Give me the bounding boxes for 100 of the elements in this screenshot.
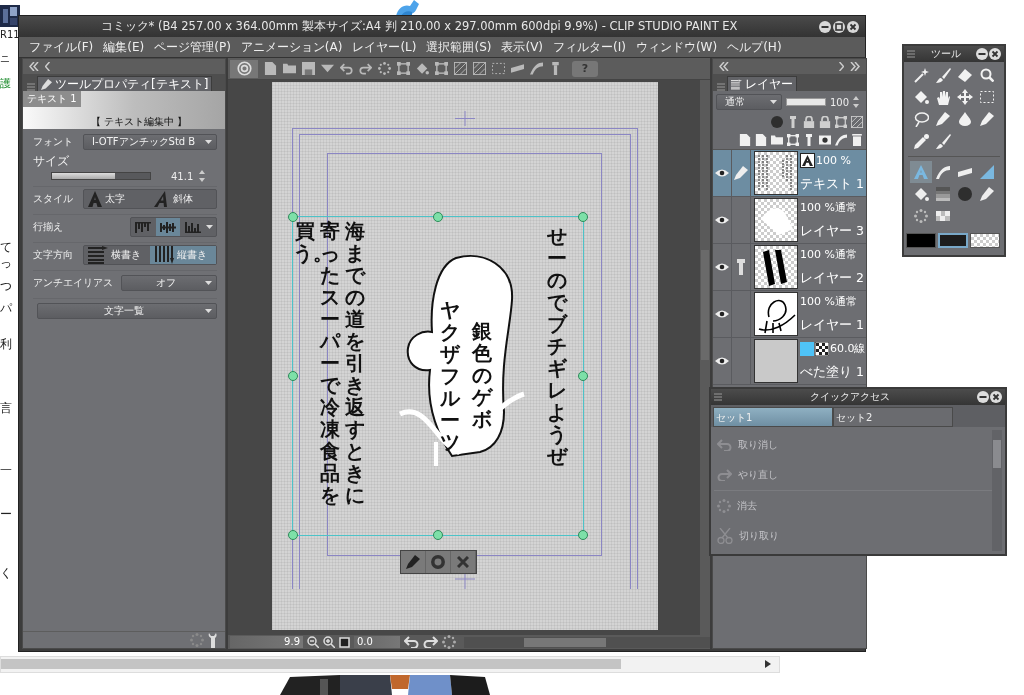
panel-tab[interactable]: レイヤー: [727, 76, 797, 91]
panel-menu-icon[interactable]: [907, 50, 915, 58]
pen-icon[interactable]: [980, 112, 994, 126]
character-list-dropdown[interactable]: 文字一覧: [37, 303, 217, 319]
direction-selector[interactable]: 横書き 縦書き: [83, 245, 217, 265]
dotted-circle-icon[interactable]: [914, 209, 928, 223]
page-icon[interactable]: [264, 62, 277, 75]
dark-circle-icon[interactable]: [771, 116, 783, 128]
page-tab[interactable]: ニ: [0, 52, 10, 66]
set-tab[interactable]: セット2: [833, 407, 953, 427]
hand-icon[interactable]: [936, 89, 950, 105]
ruler-icon[interactable]: [511, 62, 524, 75]
rotation-value[interactable]: 0.0: [354, 636, 400, 648]
save-icon[interactable]: [302, 62, 315, 75]
layer-row[interactable]: 100 %通常 レイヤー 2: [713, 244, 866, 291]
undo-icon[interactable]: [340, 62, 353, 75]
page-link[interactable]: 護: [0, 76, 11, 91]
panel-menu-icon[interactable]: [714, 393, 722, 401]
transform-icon[interactable]: [435, 62, 448, 75]
square-frame-icon[interactable]: [339, 636, 350, 648]
size-slider[interactable]: [51, 172, 151, 180]
curve-icon[interactable]: [530, 62, 543, 75]
menu-item[interactable]: 選択範囲(S): [426, 38, 492, 56]
eye-icon[interactable]: [715, 169, 729, 177]
transform-icon[interactable]: [835, 116, 847, 128]
spin-icon[interactable]: [853, 96, 860, 108]
vertical-scrollbar[interactable]: [700, 80, 710, 635]
sub-color-swatch[interactable]: [938, 233, 968, 248]
minimize-icon[interactable]: [976, 48, 988, 60]
direction-button[interactable]: 横書き: [84, 246, 150, 264]
drop-icon[interactable]: [959, 112, 971, 126]
triangle-ruler-icon[interactable]: [980, 165, 994, 179]
folder-icon[interactable]: [283, 62, 296, 75]
resize-handle[interactable]: [288, 371, 298, 381]
swirl-button[interactable]: [230, 59, 258, 78]
menu-item[interactable]: レイヤー(L): [352, 38, 417, 56]
bucket-icon[interactable]: [913, 90, 929, 104]
scroll-thumb[interactable]: [993, 440, 1001, 468]
resize-handle[interactable]: [288, 212, 298, 222]
menu-item[interactable]: 表示(V): [501, 38, 544, 56]
alignment-selector[interactable]: [130, 217, 217, 237]
zoom-in-icon[interactable]: [323, 636, 335, 648]
lasso-icon[interactable]: [913, 111, 929, 127]
dark-circle-icon[interactable]: [958, 187, 972, 201]
chevron-left-icon[interactable]: [45, 62, 50, 71]
blend-mode-dropdown[interactable]: 通常: [716, 94, 782, 110]
redo-icon[interactable]: [423, 636, 438, 648]
style-button[interactable]: 太字: [84, 190, 150, 208]
zoom-value[interactable]: 9.9: [230, 636, 303, 648]
menu-item[interactable]: ウィンドウ(W): [635, 38, 718, 56]
scroll-thumb[interactable]: [524, 637, 606, 647]
hatch-icon[interactable]: [454, 62, 467, 75]
wand-icon[interactable]: [913, 67, 929, 83]
transform-icon[interactable]: [397, 62, 410, 75]
redo-icon[interactable]: [359, 62, 372, 75]
spin-icon[interactable]: [199, 170, 206, 182]
menu-item[interactable]: ファイル(F): [29, 38, 94, 56]
search-icon[interactable]: [980, 68, 994, 82]
chevron-double-left-icon[interactable]: [719, 62, 729, 71]
trash-icon[interactable]: [851, 134, 863, 146]
dotted-circle-icon[interactable]: [190, 633, 204, 647]
eye-icon[interactable]: [715, 263, 729, 271]
folder-icon[interactable]: [771, 134, 783, 146]
eraser-icon[interactable]: [958, 68, 972, 82]
minimize-icon[interactable]: [977, 391, 989, 403]
curve-icon[interactable]: [835, 134, 847, 146]
hatch-icon[interactable]: [473, 62, 486, 75]
maximize-icon[interactable]: [833, 20, 845, 33]
page-icon[interactable]: [755, 134, 767, 146]
gradient-icon[interactable]: [936, 187, 950, 201]
resize-handle[interactable]: [433, 530, 443, 540]
horizontal-scrollbar[interactable]: [0, 656, 780, 673]
undo-icon[interactable]: [404, 636, 419, 648]
vertical-scrollbar[interactable]: [992, 430, 1002, 551]
resize-handle[interactable]: [578, 530, 588, 540]
bucket-icon[interactable]: [913, 187, 929, 201]
page-icon[interactable]: [739, 134, 751, 146]
mask-icon[interactable]: [819, 134, 831, 146]
scroll-arrow[interactable]: [765, 660, 771, 668]
lamp-icon[interactable]: [803, 134, 815, 146]
lock-icon[interactable]: [803, 116, 815, 128]
close-icon[interactable]: [989, 48, 1001, 60]
menu-item[interactable]: ヘルプ(H): [727, 38, 782, 56]
minimize-icon[interactable]: [819, 20, 831, 33]
horizontal-scrollbar[interactable]: [464, 636, 710, 648]
layer-row[interactable]: 60.0線 べた塗り 1: [713, 338, 866, 385]
ruler-icon[interactable]: [958, 167, 972, 177]
resize-handle[interactable]: [578, 371, 588, 381]
dotted-circle-icon[interactable]: [442, 635, 456, 649]
lamp-icon[interactable]: [787, 116, 799, 128]
close-icon[interactable]: [847, 20, 859, 33]
menu-item[interactable]: ページ管理(P): [154, 38, 231, 56]
eyedropper-icon[interactable]: [913, 133, 929, 149]
pen-icon[interactable]: [936, 112, 950, 126]
lock-icon[interactable]: [819, 116, 831, 128]
selection-icon[interactable]: [492, 62, 505, 75]
lamp-icon[interactable]: [549, 62, 562, 75]
bucket-icon[interactable]: [416, 62, 429, 75]
layer-row[interactable]: 100 %通常 レイヤー 1: [713, 291, 866, 338]
scroll-thumb[interactable]: [1, 659, 621, 669]
